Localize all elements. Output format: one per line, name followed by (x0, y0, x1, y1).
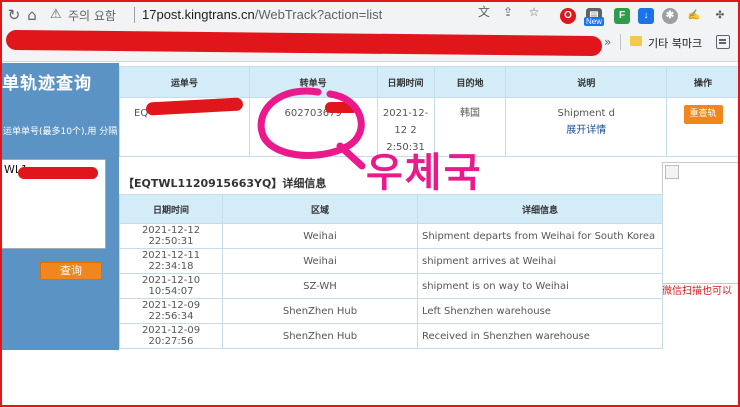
browser-chrome: ↻ ⌂ ⚠ 주의 요함 17post.kingtrans.cn/WebTrack… (0, 0, 740, 62)
column-header: 日期时间 (119, 194, 223, 224)
divider (134, 7, 135, 23)
info-cell: Received in Shenzhen warehouse (417, 323, 663, 349)
sidebar-hint: 运单单号(最多10个),用 分隔 (3, 127, 118, 137)
action-cell: 重查轨 (666, 97, 740, 157)
puzzle-extension-icon[interactable]: ✣ (712, 8, 728, 24)
redaction-mark (18, 167, 98, 179)
time-cell: 2021-12-09 22:56:34 (119, 298, 223, 324)
time-cell: 2021-12-09 20:27:56 (119, 323, 223, 349)
expand-details-link[interactable]: 展开详情 (566, 125, 606, 136)
query-button[interactable]: 查询 (40, 262, 102, 280)
settings-extension-icon[interactable]: ✱ (662, 8, 678, 24)
table-row: 2021-12-09 22:56:34 ShenZhen Hub Left Sh… (119, 298, 663, 324)
redaction-mark (325, 102, 358, 113)
column-header: 说明 (505, 66, 668, 98)
home-icon[interactable]: ⌂ (22, 5, 42, 25)
table-header-row: 运单号 转单号 日期时间 目的地 说明 操作 (119, 66, 740, 98)
share-icon[interactable]: ⇪ (500, 4, 516, 20)
table-row: 2021-12-12 22:50:31 Weihai Shipment depa… (119, 223, 663, 249)
refresh-icon[interactable]: ↻ (4, 5, 24, 25)
info-cell: shipment arrives at Weihai (417, 248, 663, 274)
area-cell: ShenZhen Hub (222, 298, 418, 324)
address-bar[interactable]: ⚠ 주의 요함 17post.kingtrans.cn/WebTrack?act… (44, 3, 550, 27)
query-sidebar: 单轨迹查询 运单单号(最多10个),用 分隔 WL1 查询 (0, 63, 119, 350)
info-cell: Left Shenzhen warehouse (417, 298, 663, 324)
column-header: 转单号 (248, 66, 378, 98)
tracking-detail-table: 日期时间 区域 详细信息 2021-12-12 22:50:31 Weihai … (119, 194, 663, 349)
bookmarks-more-button[interactable]: » (604, 35, 611, 49)
info-cell: shipment is on way to Weihai (417, 273, 663, 299)
column-header: 操作 (666, 66, 740, 98)
table-row: 2021-12-11 22:34:18 Weihai shipment arri… (119, 248, 663, 274)
feedly-extension-icon[interactable]: F (614, 8, 630, 24)
column-header: 目的地 (433, 66, 507, 98)
translate-icon[interactable]: 文 (476, 4, 492, 20)
area-cell: ShenZhen Hub (222, 323, 418, 349)
info-cell: Shipment departs from Weihai for South K… (417, 223, 663, 249)
time-cell: 2021-12-10 10:54:07 (119, 273, 223, 299)
ink-extension-icon[interactable]: ✍ (686, 8, 702, 24)
download-extension-icon[interactable]: ↓ (638, 8, 654, 24)
table-header-row: 日期时间 区域 详细信息 (119, 194, 663, 224)
time-cell: 2021-12-12 22:50:31 (119, 223, 223, 249)
reading-list-icon[interactable] (716, 35, 730, 49)
folder-icon (630, 36, 642, 46)
broken-image-icon (665, 165, 679, 179)
area-cell: Weihai (222, 223, 418, 249)
area-cell: Weihai (222, 248, 418, 274)
security-warning[interactable]: 주의 요함 (68, 7, 116, 24)
bookmark-folder-other[interactable]: 기타 북마크 (648, 35, 702, 51)
detail-title: 【EQTWL1120915663YQ】详细信息 (123, 177, 327, 190)
column-header: 运单号 (119, 66, 250, 98)
column-header: 日期时间 (376, 66, 435, 98)
opera-extension-icon[interactable]: O (560, 8, 576, 24)
time-cell: 2021-12-11 22:34:18 (119, 248, 223, 274)
column-header: 详细信息 (417, 194, 663, 224)
divider (620, 34, 621, 50)
table-row: 2021-12-09 20:27:56 ShenZhen Hub Receive… (119, 323, 663, 349)
page-content: 单轨迹查询 运单单号(最多10个),用 分隔 WL1 查询 运单号 转单号 日期… (0, 63, 740, 407)
description-cell: Shipment d 展开详情 (505, 97, 668, 157)
new-badge: New (584, 17, 605, 26)
table-row: 2021-12-10 10:54:07 SZ-WH shipment is on… (119, 273, 663, 299)
star-icon[interactable]: ☆ (526, 4, 542, 20)
column-header: 区域 (222, 194, 418, 224)
requery-button[interactable]: 重查轨 (683, 105, 723, 124)
qr-code-image (662, 162, 740, 284)
warning-icon[interactable]: ⚠ (50, 7, 66, 23)
browser-toolbar: ↻ ⌂ ⚠ 주의 요함 17post.kingtrans.cn/WebTrack… (0, 0, 740, 30)
url-text[interactable]: 17post.kingtrans.cn/WebTrack?action=list (142, 7, 382, 22)
handwritten-annotation: 우체국 (366, 150, 483, 196)
sidebar-title: 单轨迹查询 (2, 74, 92, 94)
qr-caption: 微信扫描也可以 (662, 286, 732, 297)
area-cell: SZ-WH (222, 273, 418, 299)
